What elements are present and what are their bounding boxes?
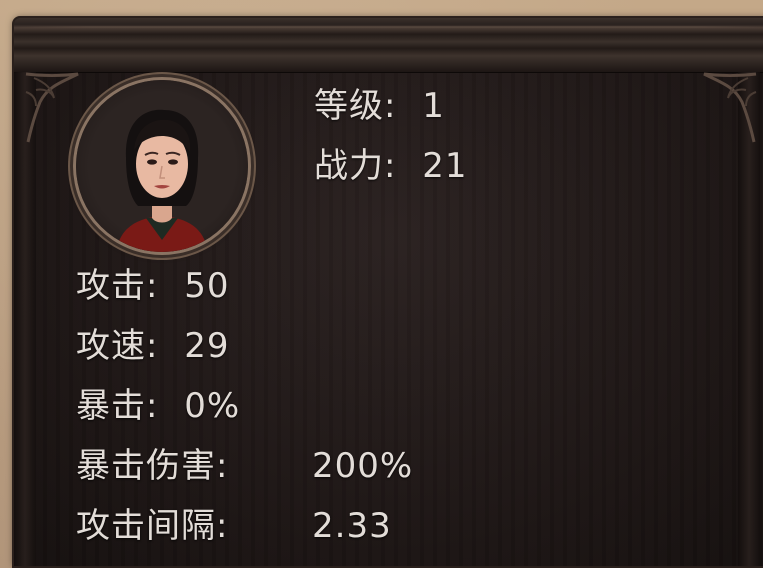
level-row: 等级: 1 xyxy=(314,86,445,126)
character-stats-panel: 等级: 1 战力: 21 攻击: 50 攻速: 29 暴击: 0% 暴击伤害: … xyxy=(14,18,763,566)
stat-label: 暴击伤害: xyxy=(76,446,229,486)
stat-row-attack-speed: 攻速: 29 xyxy=(76,326,230,366)
stat-row-attack-interval: 攻击间隔: xyxy=(76,506,228,546)
stat-value-attack-interval: 2.33 xyxy=(312,506,392,546)
stat-label: 攻击间隔: xyxy=(76,506,229,546)
character-portrait[interactable] xyxy=(76,80,248,252)
stat-row-attack: 攻击: 50 xyxy=(76,266,230,306)
corner-ornament-right-icon xyxy=(703,72,757,143)
power-row: 战力: 21 xyxy=(314,146,468,186)
stat-row-crit: 暴击: 0% xyxy=(76,386,240,426)
female-character-portrait-icon xyxy=(116,109,208,252)
level-value: 1 xyxy=(422,86,445,126)
stat-value: 50 xyxy=(184,266,230,306)
power-value: 21 xyxy=(422,146,468,186)
stat-value: 29 xyxy=(184,326,230,366)
stat-row-crit-damage: 暴击伤害: xyxy=(76,446,228,486)
stat-value: 0% xyxy=(184,386,241,426)
stat-label: 攻击: xyxy=(76,266,159,306)
stat-value-crit-damage: 200% xyxy=(312,446,414,486)
panel-top-molding xyxy=(14,18,763,73)
stat-label: 攻速: xyxy=(76,326,159,366)
stat-label: 暴击: xyxy=(76,386,159,426)
power-label: 战力: xyxy=(314,146,397,186)
level-label: 等级: xyxy=(314,86,397,126)
